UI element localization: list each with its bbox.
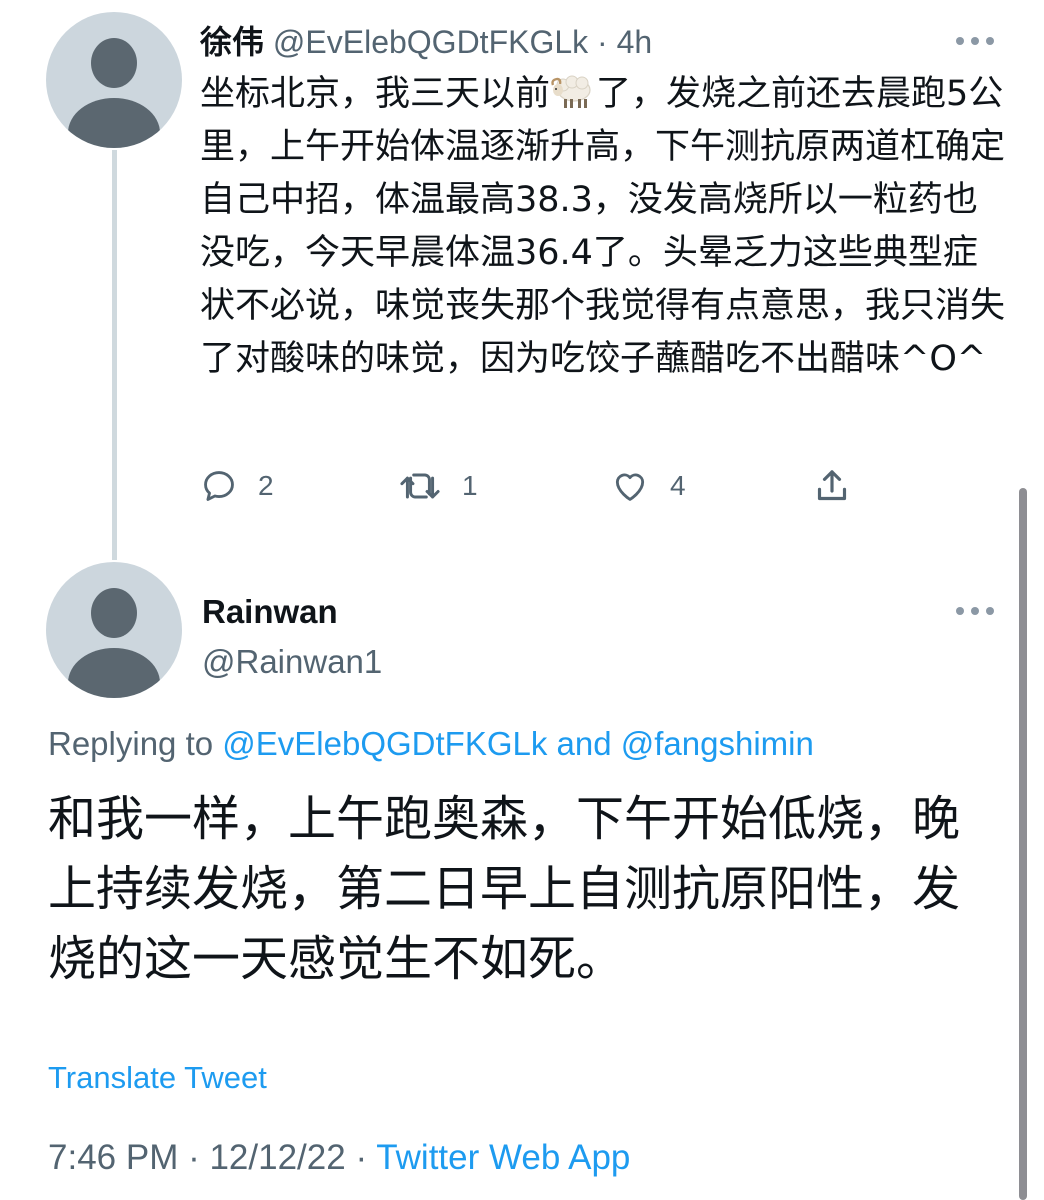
display-name[interactable]: 徐伟	[200, 24, 264, 60]
avatar-body	[68, 648, 160, 698]
retweet-icon	[400, 473, 440, 499]
reply-button[interactable]: 2	[200, 462, 274, 510]
retweet-button[interactable]: 1	[398, 462, 478, 510]
like-button[interactable]: 4	[610, 462, 686, 510]
retweet-count: 1	[462, 470, 478, 501]
separator-dot: ·	[178, 1138, 210, 1177]
more-options-icon[interactable]	[956, 606, 994, 616]
tweet-meta: 7:46 PM · 12/12/22 · Twitter Web App	[48, 1134, 630, 1182]
tweet-date[interactable]: 12/12/22	[209, 1138, 345, 1177]
display-name[interactable]: Rainwan	[202, 590, 338, 634]
scrollbar[interactable]	[1019, 488, 1027, 1200]
share-icon	[817, 470, 847, 501]
reply-mention-and[interactable]: and	[547, 725, 620, 762]
separator-dot: ·	[597, 24, 608, 60]
heart-icon	[615, 473, 645, 501]
separator-dot: ·	[345, 1138, 377, 1177]
replying-prefix: Replying to	[48, 725, 223, 762]
reply-count: 2	[258, 470, 274, 501]
avatar[interactable]	[46, 562, 182, 698]
tweet-text: 和我一样，上午跑奥森，下午开始低烧，晚上持续发烧，第二日早上自测抗原阳性，发烧的…	[48, 791, 961, 987]
more-options-icon[interactable]	[956, 36, 994, 46]
reply-mention-2[interactable]: @fangshimin	[621, 725, 814, 762]
reply-icon	[204, 471, 234, 501]
user-handle[interactable]: @EvElebQGDtFKGLk	[273, 24, 588, 60]
avatar[interactable]	[46, 12, 182, 148]
avatar-body	[68, 98, 160, 148]
share-button[interactable]	[812, 462, 852, 510]
reply-mention-1[interactable]: @EvElebQGDtFKGLk	[222, 725, 547, 762]
avatar-head	[91, 38, 137, 88]
user-handle[interactable]: @Rainwan1	[202, 640, 382, 684]
tweet-time[interactable]: 7:46 PM	[48, 1138, 178, 1177]
replying-to: Replying to @EvElebQGDtFKGLk and @fangsh…	[48, 720, 814, 768]
sheep-emoji-icon	[551, 75, 591, 108]
tweet-source-link[interactable]: Twitter Web App	[376, 1138, 630, 1177]
tweet-header: 徐伟 @EvElebQGDtFKGLk · 4h	[200, 18, 652, 66]
tweet-time[interactable]: 4h	[617, 24, 653, 60]
thread-line	[112, 150, 117, 560]
tweet-text: 坐标北京，我三天以前 了，发烧之前还去晨跑5公里，上午开始体温逐渐升高，下午测抗…	[200, 68, 1010, 386]
tweet-text-part1: 坐标北京，我三天以前	[200, 74, 551, 114]
tweet-text-part2: 了，发烧之前还去晨跑5公里，上午开始体温逐渐升高，下午测抗原两道杠确定自己中招，…	[200, 74, 1006, 379]
avatar-head	[91, 588, 137, 638]
translate-tweet-link[interactable]: Translate Tweet	[48, 1056, 267, 1100]
tweet-actions: 2 1 4	[200, 462, 860, 510]
like-count: 4	[670, 470, 686, 501]
